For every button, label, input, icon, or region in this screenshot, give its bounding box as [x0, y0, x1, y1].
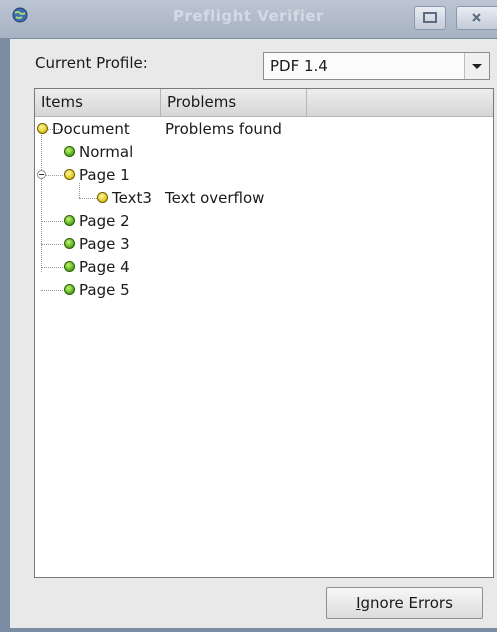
tree-row-page-2[interactable]: Page 2 — [35, 210, 493, 233]
status-warning-icon — [37, 123, 48, 134]
tree-item-label: Page 2 — [79, 212, 130, 230]
status-ok-icon — [64, 146, 75, 157]
column-header-problems[interactable]: Problems — [161, 89, 307, 116]
column-header-items[interactable]: Items — [35, 89, 161, 116]
tree-item-label: Page 3 — [79, 235, 130, 253]
profile-select[interactable]: PDF 1.4 — [263, 52, 490, 80]
status-ok-icon — [64, 238, 75, 249]
status-ok-icon — [64, 215, 75, 226]
preflight-verifier-window: Preflight Verifier Current Profile: PDF … — [0, 0, 497, 632]
tree-item-problem: Problems found — [165, 120, 282, 138]
collapse-icon[interactable] — [37, 170, 46, 179]
tree-row-page-1[interactable]: Page 1 — [35, 164, 493, 187]
status-warning-icon — [97, 192, 108, 203]
minimize-button[interactable] — [414, 6, 446, 30]
profile-select-value: PDF 1.4 — [270, 57, 328, 75]
tree-header: Items Problems — [35, 89, 493, 117]
problems-tree[interactable]: Items Problems Document Problems found N… — [34, 88, 494, 578]
tree-row-text3[interactable]: Text3 Text overflow — [35, 187, 493, 210]
tree-row-normal[interactable]: Normal — [35, 141, 493, 164]
tree-item-label: Text3 — [112, 189, 152, 207]
tree-row-document[interactable]: Document Problems found — [35, 118, 493, 141]
tree-item-problem: Text overflow — [165, 189, 265, 207]
tree-row-page-4[interactable]: Page 4 — [35, 256, 493, 279]
tree-item-label: Normal — [79, 143, 134, 161]
tree-item-label: Document — [52, 120, 130, 138]
profile-label: Current Profile: — [35, 54, 148, 72]
tree-item-label: Page 4 — [79, 258, 130, 276]
tree-row-page-3[interactable]: Page 3 — [35, 233, 493, 256]
chevron-down-icon[interactable] — [464, 53, 489, 79]
ignore-errors-button[interactable]: Ignore Errors — [326, 587, 483, 619]
title-bar[interactable]: Preflight Verifier — [0, 0, 497, 38]
status-ok-icon — [64, 261, 75, 272]
tree-item-label: Page 5 — [79, 281, 130, 299]
tree-item-label: Page 1 — [79, 166, 130, 184]
ignore-errors-label: gnore Errors — [360, 594, 453, 612]
dialog-content: Current Profile: PDF 1.4 Items Problems — [10, 39, 497, 628]
status-ok-icon — [64, 284, 75, 295]
tree-row-page-5[interactable]: Page 5 — [35, 279, 493, 302]
close-button[interactable] — [456, 6, 497, 30]
status-warning-icon — [64, 169, 75, 180]
